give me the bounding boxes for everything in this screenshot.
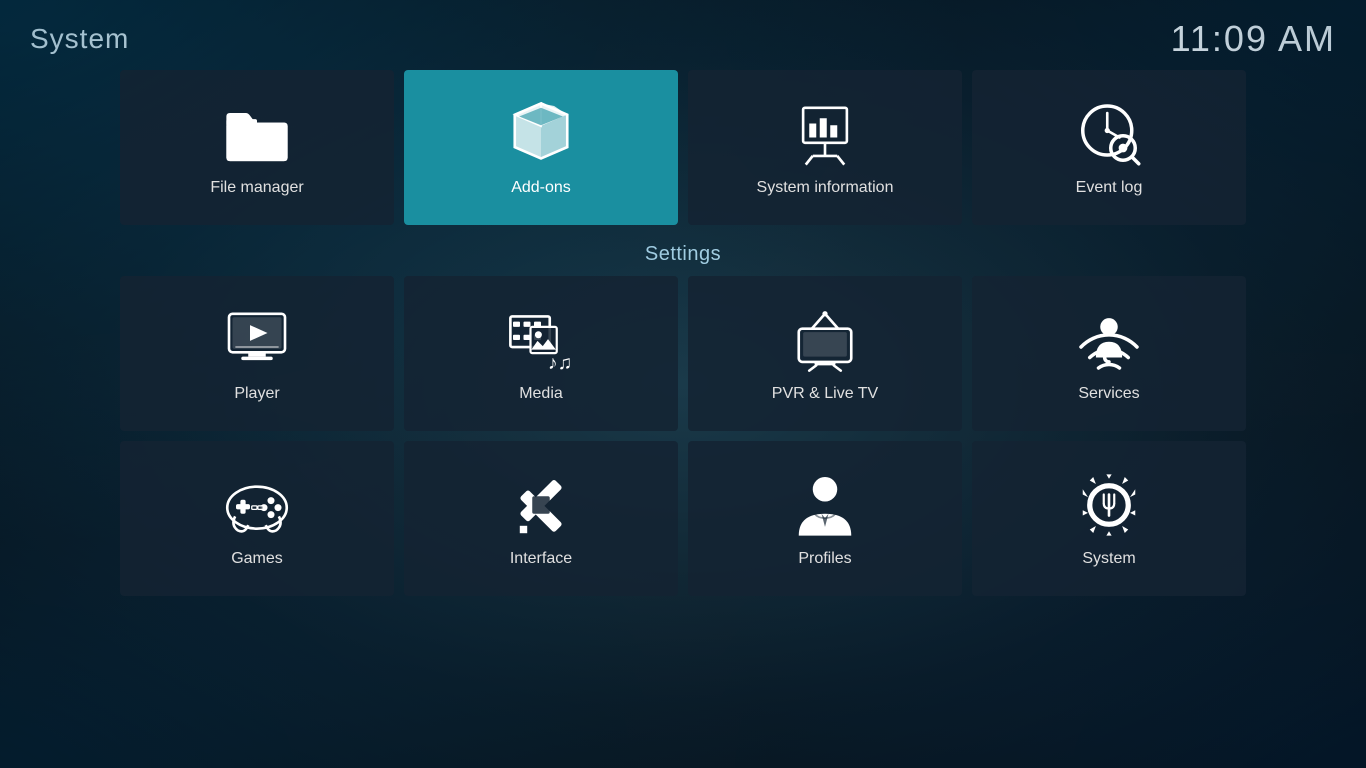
services-icon <box>1074 305 1144 375</box>
tile-profiles-label: Profiles <box>798 550 851 568</box>
tile-games[interactable]: Games <box>120 441 394 596</box>
tile-interface[interactable]: Interface <box>404 441 678 596</box>
sysinfo-icon <box>790 99 860 169</box>
tile-media[interactable]: ♪♫ Media <box>404 276 678 431</box>
player-icon <box>222 305 292 375</box>
tile-games-label: Games <box>231 550 283 568</box>
folder-icon <box>222 99 292 169</box>
tile-system-information-label: System information <box>757 179 894 197</box>
top-tiles-row: File manager A <box>120 70 1246 225</box>
clock: 11:09 AM <box>1171 18 1336 60</box>
tile-services-label: Services <box>1078 385 1139 403</box>
eventlog-icon <box>1074 99 1144 169</box>
page-title: System <box>30 23 129 55</box>
profiles-icon <box>790 470 860 540</box>
tile-profiles[interactable]: Profiles <box>688 441 962 596</box>
tile-add-ons-label: Add-ons <box>511 179 571 197</box>
tile-add-ons[interactable]: Add-ons <box>404 70 678 225</box>
interface-icon <box>506 470 576 540</box>
tile-player[interactable]: Player <box>120 276 394 431</box>
tile-event-log-label: Event log <box>1076 179 1143 197</box>
tile-event-log[interactable]: Event log <box>972 70 1246 225</box>
addons-icon <box>506 99 576 169</box>
media-icon: ♪♫ <box>506 305 576 375</box>
tile-interface-label: Interface <box>510 550 572 568</box>
tile-media-label: Media <box>519 385 563 403</box>
tile-player-label: Player <box>234 385 279 403</box>
tile-system-settings-label: System <box>1082 550 1135 568</box>
settings-row-2: Games Interface <box>120 441 1246 596</box>
games-icon <box>222 470 292 540</box>
tile-file-manager[interactable]: File manager <box>120 70 394 225</box>
tile-pvr-livetv-label: PVR & Live TV <box>772 385 878 403</box>
svg-text:♪♫: ♪♫ <box>548 352 572 373</box>
tile-services[interactable]: Services <box>972 276 1246 431</box>
tile-system-information[interactable]: System information <box>688 70 962 225</box>
settings-section-label: Settings <box>120 243 1246 266</box>
tile-system-settings[interactable]: System <box>972 441 1246 596</box>
pvr-icon <box>790 305 860 375</box>
systemsettings-icon <box>1074 470 1144 540</box>
settings-row-1: Player ♪♫ <box>120 276 1246 431</box>
tile-file-manager-label: File manager <box>210 179 303 197</box>
tile-pvr-livetv[interactable]: PVR & Live TV <box>688 276 962 431</box>
